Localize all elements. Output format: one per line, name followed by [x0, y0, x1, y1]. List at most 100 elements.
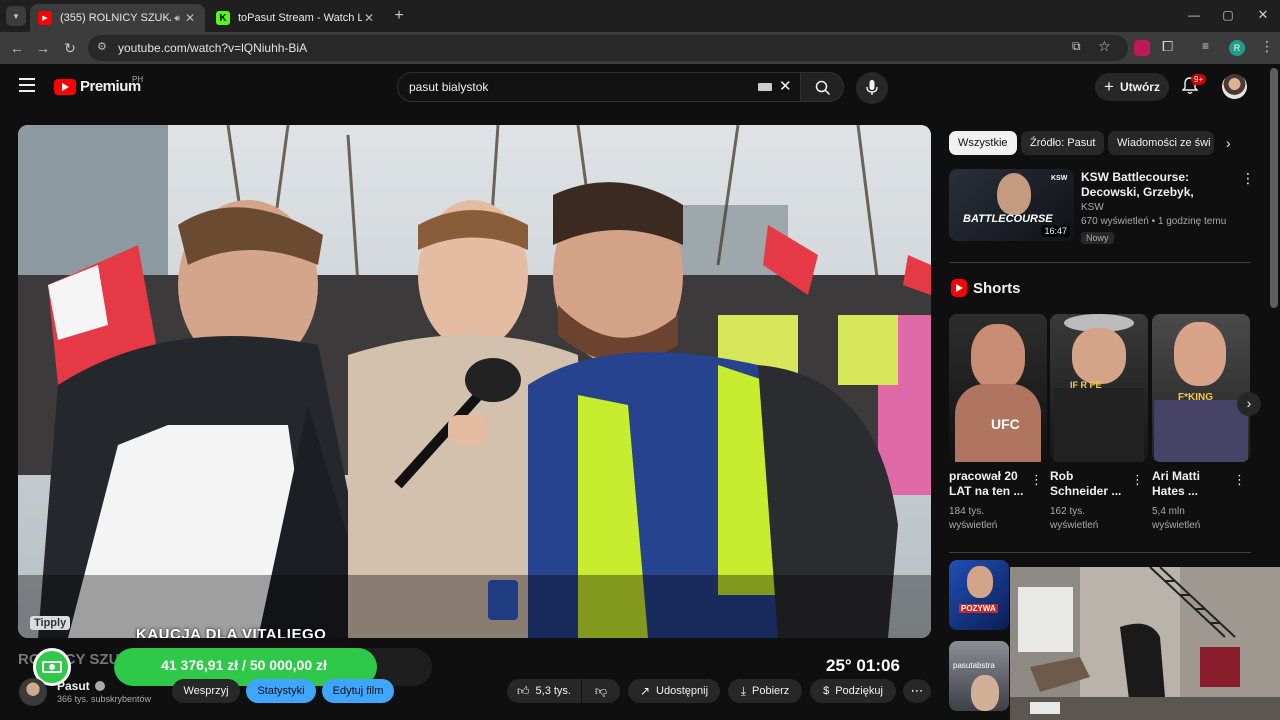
search-button[interactable] — [800, 72, 844, 102]
voice-search-button[interactable] — [856, 72, 888, 104]
channel-avatar[interactable] — [19, 678, 47, 706]
shorts-heading: Shorts — [973, 280, 1021, 297]
download-icon: ⤓ — [740, 683, 746, 698]
url-text: youtube.com/watch?v=lQNiuhh-BiA — [118, 41, 308, 55]
browser-menu-icon[interactable]: ⋮ — [1260, 38, 1274, 55]
close-icon[interactable]: ✕ — [362, 11, 376, 25]
thumb-body — [1154, 400, 1248, 462]
recommended-thumbnail-2[interactable]: POZYWA — [949, 560, 1009, 630]
thumb-face — [1072, 328, 1126, 384]
browser-tab-youtube[interactable]: ▶ (355) ROLNICY SZUKAJĄ Z... 🔊︎ ✕ — [30, 4, 205, 32]
short-menu-icon-3[interactable]: ⋮ — [1233, 472, 1246, 488]
share-icon: ↗ — [639, 684, 651, 698]
dislike-button[interactable]: 👎︎ — [582, 679, 620, 703]
hamburger-menu-icon[interactable] — [19, 78, 35, 92]
ksw-logo-icon: KSW — [1051, 175, 1068, 182]
bookmark-star-icon[interactable]: ☆ — [1098, 38, 1111, 55]
browser-tab-kick[interactable]: K toPasut Stream - Watch Live on... ✕ — [208, 4, 384, 32]
short-overlay-text: F*KING — [1178, 392, 1213, 403]
reading-list-icon[interactable]: ≡ — [1202, 39, 1209, 53]
thumb-face — [967, 566, 993, 598]
search-icon — [815, 80, 831, 96]
recommended-channel[interactable]: KSW — [1081, 201, 1104, 215]
verified-icon — [94, 681, 105, 691]
stream-banner-text: KAUCJA DLA VITALIEGO — [136, 626, 327, 638]
like-button[interactable]: 👍︎ 5,3 tys. — [507, 679, 581, 703]
search-input[interactable]: pasut bialystok ✕ — [397, 72, 801, 102]
donation-amount: 41 376,91 zł / 50 000,00 zł — [161, 657, 327, 673]
site-info-icon[interactable]: ⚙ — [97, 40, 107, 53]
video-frame — [18, 125, 931, 638]
minimize-button[interactable]: — — [1186, 8, 1202, 24]
thanks-label: Podziękuj — [835, 685, 883, 697]
thumb-face — [971, 675, 999, 711]
thanks-icon: $ — [823, 685, 830, 697]
short-menu-icon-2[interactable]: ⋮ — [1131, 472, 1144, 488]
thanks-button[interactable]: $ Podziękuj — [810, 679, 896, 703]
extensions-puzzle-icon[interactable]: ⧠ — [1162, 38, 1173, 55]
recommended-menu-icon[interactable]: ⋮ — [1241, 170, 1255, 187]
short-title-1[interactable]: pracował 20 LAT na ten ... — [949, 469, 1029, 500]
chip-world-news[interactable]: Wiadomości ze świ — [1108, 131, 1214, 155]
profile-avatar[interactable]: R — [1229, 40, 1245, 56]
webcam-overlay — [1010, 567, 1280, 720]
browser-toolbar: ← → ↻ ⚙ youtube.com/watch?v=lQNiuhh-BiA … — [0, 32, 1280, 64]
youtube-logo-icon[interactable] — [54, 79, 76, 95]
short-title-2[interactable]: Rob Schneider ... — [1050, 469, 1126, 500]
short-thumbnail-2[interactable]: IF R PE — [1050, 314, 1148, 462]
notifications-button[interactable]: 9+ — [1181, 74, 1207, 97]
short-views-3: 5,4 mln wyświetleń — [1152, 506, 1201, 531]
short-thumbnail-3[interactable]: F*KING — [1152, 314, 1250, 462]
keyboard-icon[interactable] — [758, 83, 772, 91]
short-overlay-text: IF R PE — [1070, 380, 1102, 390]
temperature-time: 25° 01:06 — [826, 656, 900, 675]
short-menu-icon-1[interactable]: ⋮ — [1030, 472, 1043, 488]
join-button[interactable]: Wesprzyj — [172, 679, 240, 703]
speaker-icon: 🔊︎ — [174, 12, 180, 23]
thumb-face — [971, 324, 1025, 390]
search-value: pasut bialystok — [409, 80, 489, 94]
short-thumbnail-1[interactable]: UFC — [949, 314, 1047, 462]
forward-button[interactable]: → — [34, 39, 52, 57]
back-button[interactable]: ← — [8, 39, 26, 57]
thumb-text: pasutabstra — [953, 661, 995, 670]
maximize-button[interactable]: ▢ — [1220, 8, 1236, 24]
create-button[interactable]: + Utwórz — [1095, 73, 1169, 101]
recommended-thumbnail-3[interactable]: pasutabstra — [949, 641, 1009, 711]
reload-button[interactable]: ↻ — [61, 39, 79, 57]
short-title-3[interactable]: Ari Matti Hates ... — [1152, 469, 1228, 500]
close-window-button[interactable]: ✕ — [1255, 7, 1271, 23]
shorts-icon — [951, 279, 967, 297]
download-button[interactable]: ⤓ Pobierz — [728, 679, 802, 703]
webcam-scene — [1010, 567, 1280, 720]
shorts-next-button[interactable]: › — [1237, 392, 1261, 416]
install-icon[interactable]: ⧉ — [1072, 39, 1081, 54]
thumb-face — [1174, 322, 1226, 386]
chip-source-pasut[interactable]: Źródło: Pasut — [1021, 131, 1105, 155]
new-badge: Nowy — [1081, 232, 1114, 244]
edit-video-button[interactable]: Edytuj film — [322, 679, 394, 703]
video-player[interactable]: Tipply KAUCJA DLA VITALIEGO — [18, 125, 931, 638]
new-tab-button[interactable]: + — [390, 6, 408, 26]
thumb-face — [997, 173, 1031, 215]
more-actions-button[interactable]: ⋯ — [903, 679, 931, 703]
recommended-title[interactable]: KSW Battlecourse: Decowski, Grzebyk, Tul… — [1081, 170, 1239, 200]
thumb-text: POZYWA — [959, 604, 998, 613]
address-bar[interactable]: ⚙ youtube.com/watch?v=lQNiuhh-BiA ⧉ ☆ — [88, 35, 1128, 61]
statistics-button[interactable]: Statystyki — [246, 679, 316, 703]
youtube-header: Premium PH pasut bialystok ✕ + Utwórz 9+ — [0, 64, 1270, 110]
channel-name[interactable]: Pasut — [57, 679, 105, 693]
logo-region: PH — [132, 75, 144, 84]
share-button[interactable]: ↗ Udostępnij — [628, 679, 720, 703]
chips-next-icon[interactable]: › — [1226, 135, 1231, 151]
notification-badge: 9+ — [1191, 74, 1207, 85]
extension-shield-icon[interactable] — [1134, 40, 1150, 56]
account-avatar[interactable] — [1222, 74, 1247, 99]
kick-icon: K — [216, 11, 230, 25]
page-scrollbar[interactable] — [1270, 68, 1278, 308]
tab-search-button[interactable]: ▾ — [6, 6, 26, 26]
chip-all[interactable]: Wszystkie — [949, 131, 1017, 155]
close-icon[interactable]: ✕ — [183, 11, 197, 25]
clear-icon[interactable]: ✕ — [779, 77, 792, 95]
recommended-thumbnail[interactable]: KSW BATTLECOURSE 16:47 — [949, 169, 1074, 241]
